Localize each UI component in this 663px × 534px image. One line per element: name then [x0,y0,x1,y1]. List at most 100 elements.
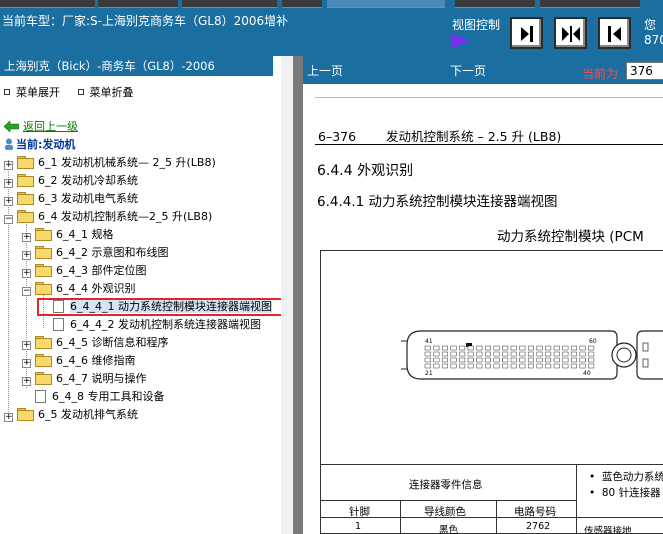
tree-folder-item[interactable]: +6_5 发动机排气系统 [4,406,138,423]
top-tab[interactable] [455,0,535,8]
connector-pin [519,363,526,369]
expand-menu-button[interactable]: 菜单展开 [4,84,60,100]
left-nav-pane: 上海别克（Bick）-商务车（GL8）-2006 菜单展开 菜单折叠 返回上一级… [0,56,279,534]
table-bullet: • 80 针连接器 [589,487,661,499]
expand-icon[interactable]: + [22,359,31,368]
table-grid [400,500,401,534]
tree-doc-item[interactable]: 6_4_4_2 发动机控制系统连接器端视图 [40,316,261,333]
tree-doc-item[interactable]: 6_4_8 专用工具和设备 [22,388,165,405]
top-tab[interactable] [0,0,95,8]
connector-pin [519,357,526,363]
tree-folder-item[interactable]: +6_4_7 说明与操作 [22,370,147,387]
collapse-icon[interactable]: − [22,287,31,296]
folder-icon [17,156,34,169]
expand-icon[interactable]: + [22,251,31,260]
scrollbar-track[interactable] [281,56,293,534]
connector-pin [476,363,483,369]
connector-pin [570,345,577,351]
connector-pin [467,345,474,351]
connector-pin [510,345,517,351]
tree-folder-item[interactable]: +6_2 发动机冷却系统 [4,172,138,189]
pin-label: 60 [589,338,597,345]
tree-folder-item[interactable]: − 6_4 发动机控制系统—2_5 升(LB8) [4,208,212,225]
expand-icon[interactable]: + [4,197,13,206]
tree-folder-item[interactable]: +6_1 发动机机械系统— 2_5 升(LB8) [4,154,216,171]
tree-folder-item[interactable]: +6_4_1 规格 [22,226,114,243]
user-icon [5,138,13,150]
connector-pin [553,345,560,351]
vehicle-title: 上海别克（Bick）-商务车（GL8）-2006 [0,56,273,76]
expand-icon[interactable]: + [22,377,31,386]
connector-pin [527,351,534,357]
expand-icon[interactable]: + [22,341,31,350]
connector-pin [570,363,577,369]
connector-pin [450,357,457,363]
top-tab[interactable] [98,0,178,8]
table-cell: 1 [355,521,362,532]
doc-header: 6–376 发动机控制系统 – 2.5 升 (LB8) [318,126,561,145]
next-page-button[interactable]: 下一页 [450,62,486,79]
connector-pin [536,357,543,363]
collapse-icon[interactable]: − [4,215,13,224]
arrows-both-icon [562,26,580,42]
connector-pin [545,345,552,351]
page-number-input[interactable] [626,62,663,80]
connector-pin [545,357,552,363]
connector-pin [502,363,509,369]
menu-controls: 菜单展开 菜单折叠 [4,84,148,100]
back-link[interactable]: 返回上一级 [23,120,78,133]
pane-splitter[interactable] [293,56,303,534]
expand-icon[interactable]: + [4,413,13,422]
folder-icon [35,336,52,349]
top-tab[interactable] [282,0,322,8]
tree-folder-item[interactable]: +6_4_3 部件定位图 [22,262,147,279]
tree-folder-item[interactable]: +6_3 发动机电气系统 [4,190,138,207]
connector-pin [579,351,586,357]
folder-icon [17,408,34,421]
top-tab[interactable] [540,0,640,8]
connector-pin [527,357,534,363]
table-header-cell: 针脚 [349,506,370,518]
view-button-dual[interactable] [554,17,587,49]
connector-pin [450,345,457,351]
connector-pin [588,363,595,369]
current-location-label: 当前:发动机 [16,138,76,151]
folder-icon [35,264,52,277]
connector-pin [562,357,569,363]
connector-pin [545,351,552,357]
pin-label: 21 [425,370,433,377]
connector-pin [467,357,474,363]
connector-pin [450,363,457,369]
view-button-single-right[interactable] [510,17,543,49]
expand-icon[interactable]: + [4,161,13,170]
tree-folder-item[interactable]: +6_4_2 示意图和布线图 [22,244,169,261]
prev-page-button[interactable]: 上一页 [307,62,343,79]
connector-pin [484,363,491,369]
connector-pin [553,363,560,369]
tree-item-label: 6_4 发动机控制系统—2_5 升(LB8) [38,210,213,223]
folder-icon [35,246,52,259]
document-pane: 上一页 下一页 当前为 6–376 发动机控制系统 – 2.5 升 (LB8) 6… [303,56,663,534]
divider [315,97,663,98]
expand-icon[interactable]: + [22,269,31,278]
tree-item-label: 6_4_2 示意图和布线图 [56,246,169,259]
connector-pin [459,345,466,351]
connector-drawing: 41 60 21 40 [401,330,663,380]
folder-icon [17,192,34,205]
expand-icon[interactable]: + [4,179,13,188]
connector-pin [441,363,448,369]
view-button-single-left[interactable] [598,17,631,49]
app-window: 当前车型：厂家:S-上海别克商务车（GL8）2006增补 视图控制 您 870 … [0,0,663,534]
document-icon [53,318,64,331]
tree-folder-item[interactable]: − 6_4_4 外观识别 [22,280,136,297]
top-tab[interactable] [182,0,277,8]
connector-pin [519,345,526,351]
tree-folder-item[interactable]: +6_4_5 诊断信息和程序 [22,334,169,351]
expand-icon[interactable]: + [22,233,31,242]
tree-folder-item[interactable]: +6_4_6 维修指南 [22,352,136,369]
collapse-menu-button[interactable]: 菜单折叠 [77,84,134,100]
pin-label: 40 [583,370,591,377]
top-tab[interactable] [327,0,445,8]
table-cell: 2762 [526,521,551,532]
divider [315,144,663,145]
